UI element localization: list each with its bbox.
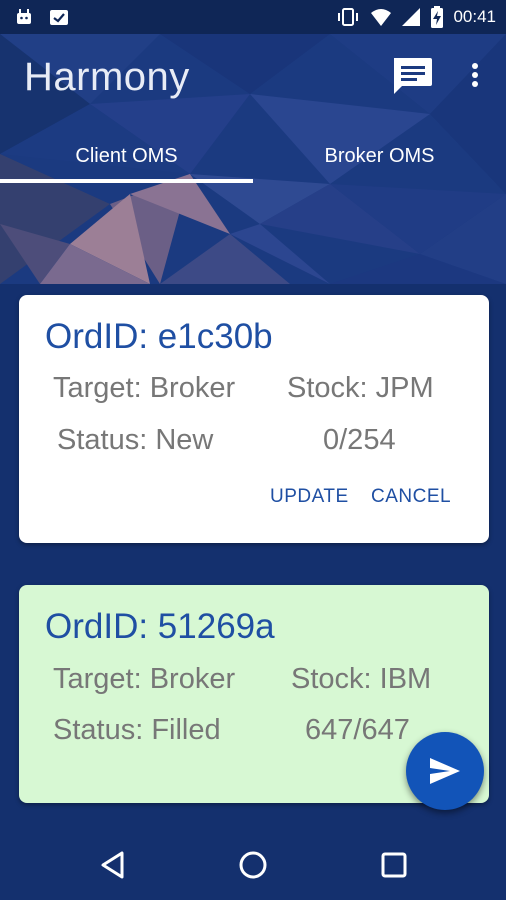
order-fill-quantity: 0/254 — [323, 424, 396, 456]
order-id: OrdID: 51269a — [45, 607, 275, 646]
order-status: Status: Filled — [53, 714, 221, 746]
wifi-icon — [370, 7, 392, 27]
recents-button[interactable] — [377, 848, 411, 882]
cancel-button[interactable]: CANCEL — [371, 485, 451, 509]
signal-icon — [401, 7, 421, 27]
app-header: Harmony Client OMS Broker OMS — [0, 34, 506, 284]
order-target: Target: Broker — [53, 372, 236, 404]
order-target: Target: Broker — [53, 663, 236, 695]
order-card[interactable]: OrdID: e1c30b Target: Broker Stock: JPM … — [19, 295, 489, 543]
order-fill-quantity: 647/647 — [305, 714, 410, 746]
clipboard-check-icon — [48, 7, 70, 27]
order-status: Status: New — [57, 424, 214, 456]
send-order-fab[interactable] — [406, 732, 484, 810]
order-stock: Stock: JPM — [287, 372, 434, 404]
chat-button[interactable] — [390, 56, 434, 96]
update-button[interactable]: UPDATE — [270, 485, 349, 509]
overflow-menu-button[interactable] — [464, 58, 486, 94]
send-icon — [430, 758, 460, 784]
tab-client-oms[interactable]: Client OMS — [0, 130, 253, 182]
tab-bar: Client OMS Broker OMS — [0, 130, 506, 182]
app-title: Harmony — [24, 55, 190, 99]
back-icon — [101, 851, 124, 879]
vibrate-icon — [335, 7, 361, 27]
system-nav-bar — [0, 828, 506, 900]
tab-selected-indicator — [0, 179, 253, 183]
tab-broker-oms[interactable]: Broker OMS — [253, 130, 506, 182]
home-icon — [239, 851, 267, 879]
order-stock: Stock: IBM — [291, 663, 432, 695]
chat-icon — [394, 58, 432, 94]
android-icon — [14, 7, 34, 27]
status-bar: 00:41 — [0, 0, 506, 34]
order-id: OrdID: e1c30b — [45, 317, 273, 356]
more-vert-icon — [472, 63, 478, 87]
home-button[interactable] — [236, 848, 270, 882]
status-time: 00:41 — [453, 7, 496, 26]
back-button[interactable] — [96, 848, 130, 882]
recents-icon — [381, 852, 407, 878]
battery-charging-icon — [430, 6, 444, 28]
